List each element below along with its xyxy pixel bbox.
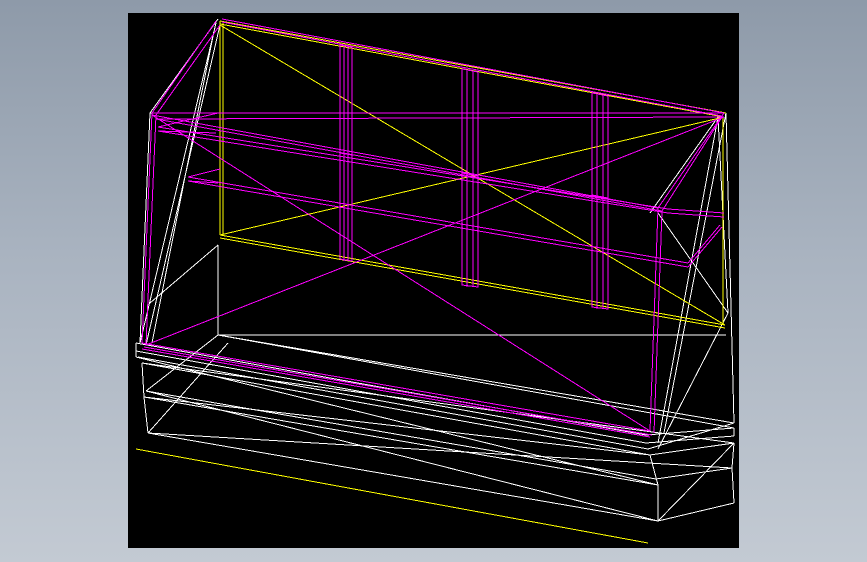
base-frame	[135, 18, 735, 522]
wireframe-drawing	[135, 18, 735, 544]
hidden-edges	[135, 20, 727, 544]
cad-viewport[interactable]	[128, 13, 739, 548]
cad-window: { "view": { "render_mode": "wireframe", …	[0, 0, 867, 562]
